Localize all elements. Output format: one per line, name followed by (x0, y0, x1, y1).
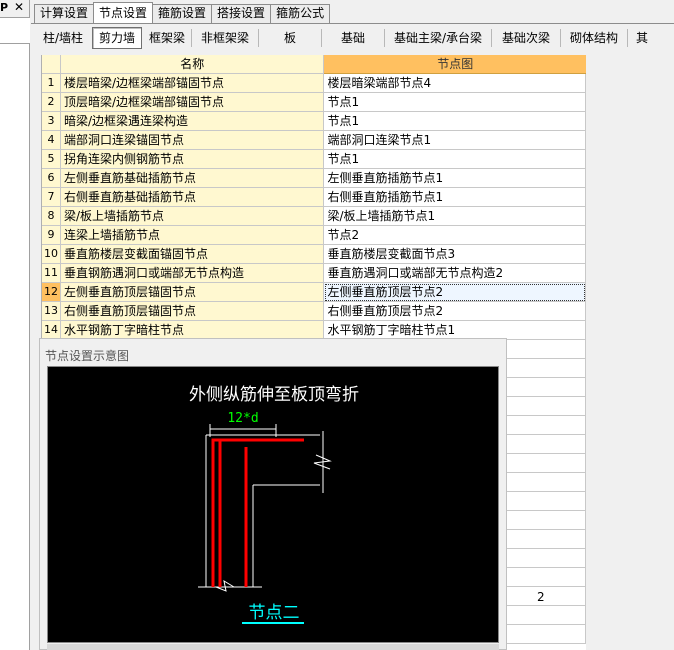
header-name: 名称 (60, 55, 325, 74)
row-name-cell: 楼层暗梁/边框梁端部锚固节点 (60, 74, 325, 93)
table-row[interactable]: 2 顶层暗梁/边框梁端部锚固节点 节点1 (42, 93, 586, 112)
table-row[interactable]: 4 端部洞口连梁锚固节点 端部洞口连梁节点1 (42, 131, 586, 150)
separator (560, 29, 561, 47)
row-name-cell: 端部洞口连梁锚固节点 (60, 131, 325, 150)
break-symbol-top (313, 454, 332, 470)
row-name-cell: 右侧垂直筋基础插筋节点 (60, 188, 325, 207)
row-node-cell[interactable]: 梁/板上墙插筋节点1 (324, 207, 586, 226)
table-row[interactable]: 5 拐角连梁内侧钢筋节点 节点1 (42, 150, 586, 169)
table-row[interactable]: 6 左侧垂直筋基础插筋节点 左侧垂直筋插筋节点1 (42, 169, 586, 188)
close-icon[interactable]: ✕ (14, 0, 24, 14)
subtab-frame-beam[interactable]: 框架梁 (142, 27, 190, 49)
separator (321, 29, 322, 47)
row-number[interactable]: 6 (42, 169, 61, 188)
settings-panel: 计算设置 节点设置 箍筋设置 搭接设置 箍筋公式 柱/墙柱 剪力墙 框架梁 非框… (31, 0, 674, 650)
tab-lap-settings[interactable]: 搭接设置 (211, 4, 272, 23)
subtab-slab[interactable]: 板 (260, 27, 320, 49)
table-row[interactable]: 7 右侧垂直筋基础插筋节点 右侧垂直筋插筋节点1 (42, 188, 586, 207)
tab-stirrup-settings[interactable]: 箍筋设置 (152, 4, 213, 23)
row-name-cell: 左侧垂直筋顶层锚固节点 (60, 283, 325, 302)
subtab-column[interactable]: 柱/墙柱 (34, 27, 92, 49)
row-number[interactable]: 11 (42, 264, 61, 283)
row-number[interactable]: 12 (42, 283, 61, 302)
row-node-cell[interactable]: 楼层暗梁端部节点4 (324, 74, 586, 93)
left-panel: P ✕ (0, 0, 30, 650)
subtab-foundation-secondary-beam[interactable]: 基础次梁 (493, 27, 559, 49)
row-node-cell[interactable]: 右侧垂直筋插筋节点1 (324, 188, 586, 207)
row-number[interactable]: 10 (42, 245, 61, 264)
schematic-panel: 节点设置示意图 外侧纵筋伸至板顶弯折 12*d 节点二 (39, 338, 507, 650)
row-name-cell: 顶层暗梁/边框梁端部锚固节点 (60, 93, 325, 112)
table-row[interactable]: 1 楼层暗梁/边框梁端部锚固节点 楼层暗梁端部节点4 (42, 74, 586, 93)
header-corner (42, 55, 61, 74)
subtab-foundation-main-beam[interactable]: 基础主梁/承台梁 (386, 27, 490, 49)
tab-calc-settings[interactable]: 计算设置 (34, 4, 95, 23)
row-node-cell[interactable]: 节点1 (324, 112, 586, 131)
schematic-title: 节点设置示意图 (45, 349, 130, 363)
row-number[interactable]: 3 (42, 112, 61, 131)
outer-rebar (211, 438, 304, 587)
row-node-cell[interactable]: 节点2 (324, 226, 586, 245)
separator (491, 29, 492, 47)
row-node-cell[interactable]: 右侧垂直筋顶层节点2 (324, 302, 586, 321)
row-number[interactable]: 4 (42, 131, 61, 150)
header-node: 节点图 (324, 55, 586, 74)
row-number[interactable]: 5 (42, 150, 61, 169)
row-name-cell: 暗梁/边框梁遇连梁构造 (60, 112, 325, 131)
row-node-cell[interactable]: 左侧垂直筋顶层节点2 (324, 283, 586, 302)
row-number[interactable]: 9 (42, 226, 61, 245)
table-row[interactable]: 9 连梁上墙插筋节点 节点2 (42, 226, 586, 245)
subtab-other[interactable]: 其 (629, 27, 653, 49)
row-name-cell: 拐角连梁内侧钢筋节点 (60, 150, 325, 169)
table-row[interactable]: 13 右侧垂直筋顶层锚固节点 右侧垂直筋顶层节点2 (42, 302, 586, 321)
row-number[interactable]: 1 (42, 74, 61, 93)
row-node-cell[interactable]: 垂直筋楼层变截面节点3 (324, 245, 586, 264)
table-header: 名称 节点图 (42, 55, 586, 74)
top-tabs: 计算设置 节点设置 箍筋设置 搭接设置 箍筋公式 (34, 2, 331, 24)
row-number[interactable]: 13 (42, 302, 61, 321)
table-row[interactable]: 11 垂直钢筋遇洞口或端部无节点构造 垂直筋遇洞口或端部无节点构造2 (42, 264, 586, 283)
row-name-cell: 左侧垂直筋基础插筋节点 (60, 169, 325, 188)
subtab-foundation[interactable]: 基础 (323, 27, 383, 49)
table-row[interactable]: 12 左侧垂直筋顶层锚固节点 左侧垂直筋顶层节点2 (42, 283, 586, 302)
node-label: 节点二 (249, 603, 300, 623)
row-number[interactable]: 8 (42, 207, 61, 226)
row-number[interactable]: 2 (42, 93, 61, 112)
subtab-shear-wall[interactable]: 剪力墙 (92, 27, 142, 49)
dim-label: 12*d (227, 411, 258, 426)
left-panel-field[interactable] (0, 18, 30, 44)
row-name-cell: 垂直筋楼层变截面锚固节点 (60, 245, 325, 264)
left-panel-title-glyph: P (0, 1, 9, 14)
separator (384, 29, 385, 47)
tab-stirrup-formula[interactable]: 箍筋公式 (270, 4, 331, 23)
row-node-cell[interactable]: 节点1 (324, 93, 586, 112)
left-panel-header: P ✕ (0, 0, 29, 18)
row-node-cell[interactable]: 节点1 (324, 150, 586, 169)
schematic-drawing: 外侧纵筋伸至板顶弯折 12*d 节点二 (189, 385, 359, 624)
subtab-non-frame-beam[interactable]: 非框架梁 (193, 27, 257, 49)
row-node-cell[interactable]: 端部洞口连梁节点1 (324, 131, 586, 150)
stray-cell-text: 2 (537, 590, 545, 604)
row-name-cell: 垂直钢筋遇洞口或端部无节点构造 (60, 264, 325, 283)
row-name-cell: 连梁上墙插筋节点 (60, 226, 325, 245)
schematic-canvas: 外侧纵筋伸至板顶弯折 12*d 节点二 (47, 366, 499, 643)
tab-node-settings[interactable]: 节点设置 (93, 2, 154, 23)
table-row[interactable]: 10 垂直筋楼层变截面锚固节点 垂直筋楼层变截面节点3 (42, 245, 586, 264)
schematic-scroll-area[interactable] (47, 644, 499, 650)
row-name-cell: 梁/板上墙插筋节点 (60, 207, 325, 226)
row-node-cell[interactable]: 垂直筋遇洞口或端部无节点构造2 (324, 264, 586, 283)
tab-divider (31, 23, 674, 24)
separator (191, 29, 192, 47)
schematic-caption: 外侧纵筋伸至板顶弯折 (189, 385, 359, 405)
row-number[interactable]: 7 (42, 188, 61, 207)
app-root: P ✕ 计算设置 节点设置 箍筋设置 搭接设置 箍筋公式 柱/墙柱 剪力墙 框架… (0, 0, 674, 650)
separator (627, 29, 628, 47)
subtab-masonry[interactable]: 砌体结构 (562, 27, 626, 49)
separator (258, 29, 259, 47)
table-row[interactable]: 8 梁/板上墙插筋节点 梁/板上墙插筋节点1 (42, 207, 586, 226)
row-node-cell[interactable]: 左侧垂直筋插筋节点1 (324, 169, 586, 188)
row-name-cell: 右侧垂直筋顶层锚固节点 (60, 302, 325, 321)
component-tabs: 柱/墙柱 剪力墙 框架梁 非框架梁 板 基础 基础主梁/承台梁 基础次梁 砌体结… (34, 26, 674, 50)
table-row[interactable]: 3 暗梁/边框梁遇连梁构造 节点1 (42, 112, 586, 131)
